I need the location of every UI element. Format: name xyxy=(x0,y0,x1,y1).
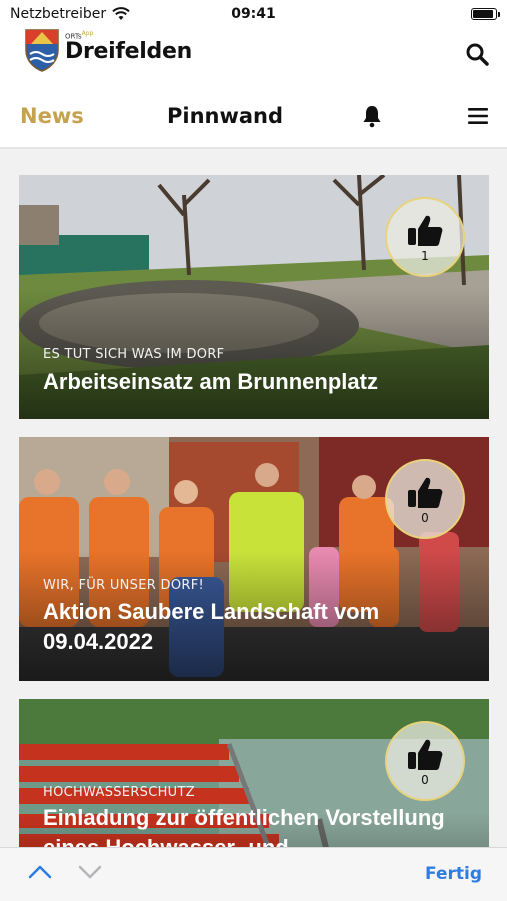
hamburger-menu-icon[interactable] xyxy=(467,106,489,126)
like-button[interactable]: 0 xyxy=(385,721,465,801)
chevron-down-icon[interactable] xyxy=(77,862,103,882)
card-title: Aktion Saubere Landschaft vom 09.04.2022 xyxy=(43,599,380,654)
tab-pinnwand[interactable]: Pinnwand xyxy=(167,104,283,128)
brand-label-sup: App xyxy=(81,30,94,37)
carrier-label: Netzbetreiber xyxy=(10,6,107,22)
chevron-up-icon[interactable] xyxy=(27,862,53,882)
status-left: Netzbetreiber xyxy=(10,6,130,22)
news-card[interactable]: WIR, FÜR UNSER DORF! Aktion Saubere Land… xyxy=(19,437,489,681)
card-title: Einladung zur öffentlichen Vorstellung e… xyxy=(43,805,445,847)
search-icon[interactable] xyxy=(465,42,489,66)
done-button[interactable]: Fertig xyxy=(425,864,482,884)
app-header: ORTsApp Dreifelden xyxy=(0,28,507,80)
status-bar: Netzbetreiber 09:41 xyxy=(0,0,507,28)
card-kicker: HOCHWASSERSCHUTZ xyxy=(43,785,195,800)
like-button[interactable]: 0 xyxy=(385,459,465,539)
card-title: Arbeitseinsatz am Brunnenplatz xyxy=(43,369,378,394)
nav-tabs: News Pinnwand xyxy=(0,96,507,140)
bell-icon[interactable] xyxy=(361,104,383,128)
like-count: 0 xyxy=(421,772,429,787)
brand: ORTsApp Dreifelden xyxy=(65,30,192,64)
battery-icon xyxy=(471,8,500,20)
news-card[interactable]: ES TUT SICH WAS IM DORF Arbeitseinsatz a… xyxy=(19,175,489,419)
thumbs-up-icon xyxy=(408,477,443,508)
thumbs-up-icon xyxy=(408,215,443,246)
thumbs-up-icon xyxy=(408,739,443,770)
battery-fill xyxy=(473,10,493,18)
news-card[interactable]: HOCHWASSERSCHUTZ Einladung zur öffentlic… xyxy=(19,699,489,847)
wifi-icon xyxy=(112,7,130,20)
news-feed: ES TUT SICH WAS IM DORF Arbeitseinsatz a… xyxy=(0,149,507,847)
card-kicker: WIR, FÜR UNSER DORF! xyxy=(43,578,204,593)
like-count: 1 xyxy=(421,248,429,263)
crest-logo xyxy=(25,29,59,72)
bottom-toolbar: Fertig xyxy=(0,847,507,901)
like-count: 0 xyxy=(421,510,429,525)
like-button[interactable]: 1 xyxy=(385,197,465,277)
tab-news[interactable]: News xyxy=(20,104,84,128)
app-name: Dreifelden xyxy=(65,39,192,65)
card-kicker: ES TUT SICH WAS IM DORF xyxy=(43,347,225,362)
